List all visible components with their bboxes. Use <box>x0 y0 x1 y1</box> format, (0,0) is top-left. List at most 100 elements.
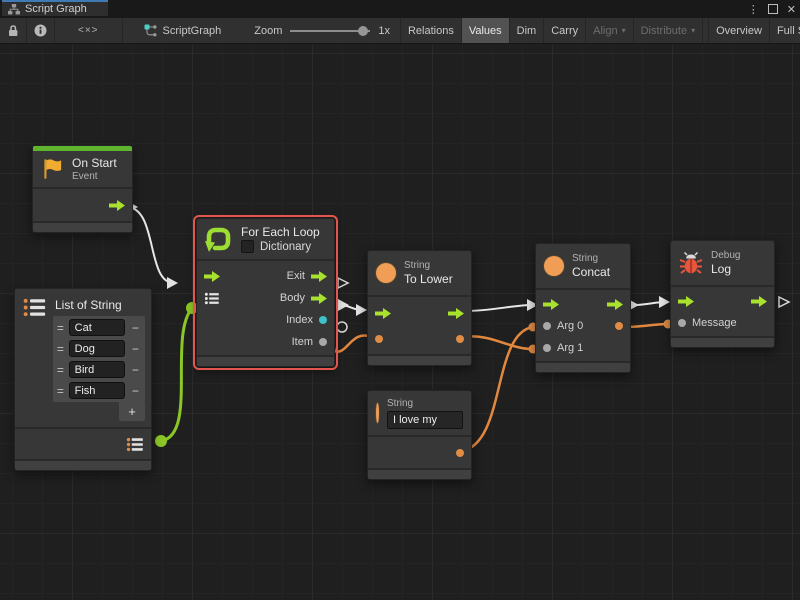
tab-script-graph[interactable]: Script Graph <box>2 0 108 16</box>
node-title: For Each Loop <box>241 225 320 239</box>
wire-onstart-foreach[interactable] <box>127 207 174 283</box>
remove-item-button[interactable]: − <box>129 321 142 335</box>
fullscreen-button[interactable]: Full Screen <box>770 18 800 43</box>
inspect-button[interactable] <box>27 18 55 43</box>
code-icon: <×> <box>62 25 115 36</box>
port-label-arg1: Arg 1 <box>557 342 583 354</box>
graph-toolbar: <×> ScriptGraph Zoom 1x Relations <box>0 18 800 44</box>
window-maximize-icon[interactable] <box>768 4 778 14</box>
collection-in-port[interactable] <box>204 292 220 305</box>
list-item-input[interactable] <box>69 340 125 357</box>
relations-toggle[interactable]: Relations <box>400 18 462 43</box>
bug-icon <box>679 252 703 275</box>
flow-out-port[interactable] <box>109 200 125 211</box>
flow-out-port[interactable] <box>751 296 767 307</box>
dim-label: Dim <box>517 25 537 37</box>
list-icon <box>23 296 46 319</box>
node-type: Debug <box>711 250 740 261</box>
script-graph-icon <box>144 24 157 37</box>
window-close-icon[interactable]: ✕ <box>787 3 796 16</box>
flow-out-port[interactable] <box>607 299 623 310</box>
dictionary-label: Dictionary <box>260 241 311 253</box>
port-label-index: Index <box>286 314 313 326</box>
node-to-lower[interactable]: String To Lower <box>367 250 472 366</box>
index-unconnected-indicator[interactable] <box>337 322 347 332</box>
node-for-each-loop[interactable]: For Each Loop Dictionary Exit <box>196 218 335 367</box>
wire-concat-message[interactable] <box>626 324 668 327</box>
string-value-input[interactable] <box>387 411 463 429</box>
edit-graph-button[interactable]: <×> <box>55 18 123 43</box>
arg0-in-port[interactable] <box>543 322 551 330</box>
drag-handle-icon[interactable]: = <box>56 321 65 335</box>
flow-in-port[interactable] <box>543 299 559 310</box>
chevron-down-icon: ▾ <box>691 26 695 35</box>
zoom-slider-knob[interactable] <box>358 26 368 36</box>
distribute-dropdown[interactable]: Distribute ▾ <box>634 18 703 43</box>
log-out-unconnected-indicator[interactable] <box>779 297 789 307</box>
list-item-row: = − <box>56 380 142 401</box>
graph-breadcrumb-button[interactable]: ScriptGraph <box>137 18 229 43</box>
list-item-input[interactable] <box>69 382 125 399</box>
wire-end <box>155 435 167 447</box>
overview-label: Overview <box>716 25 762 37</box>
list-out-port[interactable] <box>126 437 144 452</box>
message-in-port[interactable] <box>678 319 686 327</box>
add-item-button[interactable]: + <box>119 402 145 421</box>
result-out-port[interactable] <box>615 322 623 330</box>
node-log[interactable]: Debug Log Message <box>670 240 775 348</box>
remove-item-button[interactable]: − <box>129 384 142 398</box>
node-list-of-string[interactable]: List of String = − = − <box>14 288 152 471</box>
wire-literal-arg0[interactable] <box>462 327 533 451</box>
body-flow-out-port[interactable] <box>311 293 327 304</box>
string-type-icon <box>544 256 564 276</box>
wire-item-tolower[interactable] <box>331 335 372 351</box>
port-label-exit: Exit <box>287 270 305 282</box>
graph-breadcrumb-label: ScriptGraph <box>163 25 222 37</box>
string-list-widget: = − = − = <box>53 316 145 421</box>
graph-hierarchy-icon <box>8 4 20 15</box>
port-label-body: Body <box>280 292 305 304</box>
item-out-port[interactable] <box>319 338 327 346</box>
dictionary-checkbox[interactable] <box>241 240 254 253</box>
zoom-slider[interactable] <box>290 25 370 37</box>
dim-toggle[interactable]: Dim <box>510 18 545 43</box>
zoom-value: 1x <box>378 25 390 37</box>
list-item-input[interactable] <box>69 319 125 336</box>
remove-item-button[interactable]: − <box>129 363 142 377</box>
carry-toggle[interactable]: Carry <box>544 18 586 43</box>
node-concat[interactable]: String Concat Arg 0 <box>535 243 631 373</box>
tab-title: Script Graph <box>25 3 87 15</box>
exit-flow-out-port[interactable] <box>311 271 327 282</box>
node-on-start[interactable]: On Start Event <box>32 145 133 233</box>
wire-list-foreach[interactable] <box>161 308 192 441</box>
arg1-in-port[interactable] <box>543 344 551 352</box>
flow-out-port[interactable] <box>448 308 464 319</box>
wire-tolower-concat-flow[interactable] <box>463 305 533 311</box>
flow-in-port[interactable] <box>204 271 220 282</box>
align-dropdown[interactable]: Align ▾ <box>586 18 633 43</box>
remove-item-button[interactable]: − <box>129 342 142 356</box>
lock-button[interactable] <box>0 18 27 43</box>
node-title: Log <box>711 262 740 276</box>
carry-label: Carry <box>551 25 578 37</box>
flow-in-port[interactable] <box>375 308 391 319</box>
graph-canvas[interactable]: On Start Event <box>0 45 800 600</box>
node-string-literal[interactable]: String <box>367 390 472 480</box>
drag-handle-icon[interactable]: = <box>56 384 65 398</box>
values-toggle[interactable]: Values <box>462 18 510 43</box>
wire-tolower-arg1[interactable] <box>462 336 533 349</box>
drag-handle-icon[interactable]: = <box>56 363 65 377</box>
drag-handle-icon[interactable]: = <box>56 342 65 356</box>
overview-button[interactable]: Overview <box>708 18 770 43</box>
string-out-port[interactable] <box>456 335 464 343</box>
window-menu-icon[interactable]: ⋮ <box>748 3 759 16</box>
exit-unconnected-indicator[interactable] <box>338 278 348 288</box>
index-out-port[interactable] <box>319 316 327 324</box>
string-out-port[interactable] <box>456 449 464 457</box>
list-item-input[interactable] <box>69 361 125 378</box>
relations-label: Relations <box>408 25 454 37</box>
node-footer <box>33 223 132 232</box>
flow-in-port[interactable] <box>678 296 694 307</box>
string-in-port[interactable] <box>375 335 383 343</box>
tab-bar: Script Graph ⋮ ✕ <box>0 0 800 18</box>
